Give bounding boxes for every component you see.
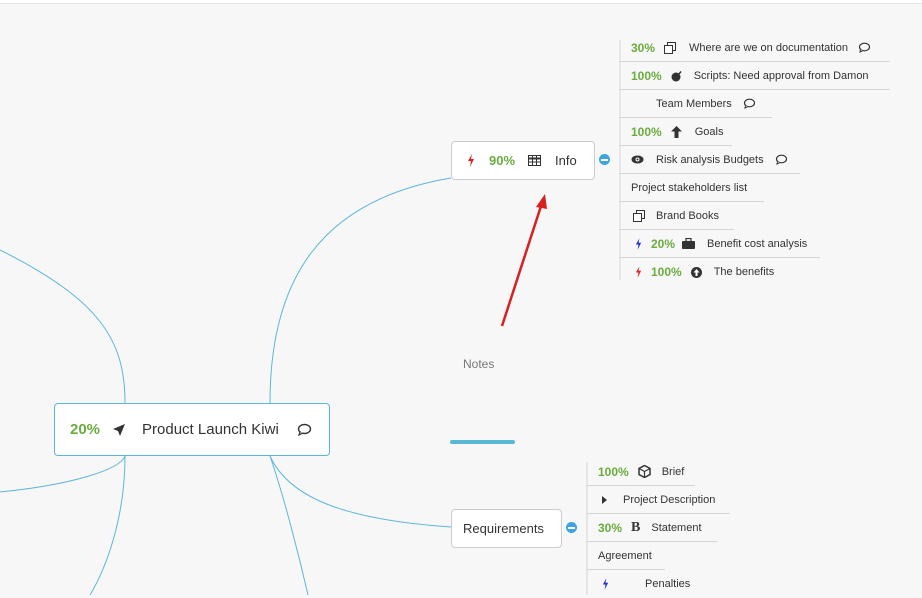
connector-left-upper [0, 249, 126, 404]
list-item[interactable]: Brand Books [620, 202, 734, 230]
table-icon [528, 155, 542, 166]
list-item[interactable]: Project stakeholders list [620, 174, 764, 202]
list-item[interactable]: Project Description [587, 486, 730, 514]
list-item[interactable]: 30% B Statement [587, 514, 717, 542]
connector-bottom-right [269, 455, 309, 595]
list-item[interactable]: 100% Scripts: Need approval from Damon [620, 62, 890, 90]
list-item[interactable]: 100% Goals [620, 118, 732, 146]
central-node[interactable]: 20% Product Launch Kiwi [54, 403, 330, 456]
list-item[interactable]: 100% Brief [587, 458, 695, 486]
item-label: Project Description [623, 493, 716, 506]
list-item[interactable]: Penalties [587, 570, 707, 598]
item-label: Benefit cost analysis [707, 237, 808, 250]
item-label: The benefits [713, 266, 775, 278]
item-label: Goals [694, 125, 724, 138]
list-item[interactable]: Agreement [587, 542, 665, 570]
item-label: Statement [651, 521, 702, 534]
list-item[interactable]: 100% The benefits [620, 258, 790, 286]
comment-icon[interactable] [858, 42, 871, 53]
info-node[interactable]: 90% Info [451, 141, 595, 180]
bolt-icon [467, 154, 475, 167]
notes-divider-bar [450, 440, 515, 444]
arrow-up-icon [670, 125, 682, 138]
progress-percent: 30% [598, 520, 623, 535]
cube-icon [637, 465, 651, 478]
eye-icon [631, 155, 644, 164]
item-label: Scripts: Need approval from Damon [693, 69, 869, 82]
list-item[interactable]: 20% Benefit cost analysis [620, 230, 820, 258]
caret-right-icon[interactable] [602, 495, 607, 504]
requirements-node[interactable]: Requirements [451, 509, 562, 548]
item-label: Risk analysis Budgets [656, 153, 764, 166]
copy-icon [633, 209, 645, 222]
item-label: Brand Books [656, 209, 719, 222]
item-label: Where are we on documentation [689, 41, 849, 54]
progress-percent: 100% [631, 68, 662, 83]
comment-icon[interactable] [743, 98, 756, 109]
connector-to-requirements [269, 455, 452, 528]
briefcase-icon [682, 238, 696, 249]
comment-icon[interactable] [297, 423, 312, 436]
node-title: Product Launch Kiwi [142, 421, 279, 438]
bolt-icon [602, 578, 609, 590]
bolt-icon [635, 237, 642, 250]
copy-icon [664, 41, 677, 54]
item-label: Penalties [645, 578, 691, 590]
list-item[interactable]: 30% Where are we on documentation [620, 34, 890, 62]
item-label: Team Members [656, 97, 732, 110]
bolt-icon [635, 266, 642, 278]
annotation-arrow [500, 194, 547, 327]
comment-icon[interactable] [775, 154, 788, 165]
progress-percent: 30% [631, 40, 656, 55]
connector-to-info [269, 177, 452, 404]
connector-left-bottom [89, 455, 126, 595]
progress-percent: 20% [70, 421, 101, 438]
item-label: Project stakeholders list [631, 181, 748, 194]
node-title: Info [555, 153, 577, 168]
progress-percent: 100% [651, 265, 682, 279]
bold-icon: B [631, 519, 641, 535]
progress-percent: 90% [489, 153, 516, 168]
collapse-info-button[interactable] [599, 154, 610, 165]
item-label: Brief [661, 465, 685, 478]
connector-left-lower [0, 455, 126, 493]
item-label: Agreement [598, 549, 652, 562]
progress-percent: 100% [598, 464, 629, 479]
bomb-icon [671, 70, 683, 82]
node-title: Requirements [463, 521, 544, 536]
notes-label[interactable]: Notes [463, 357, 494, 371]
progress-percent: 100% [631, 124, 662, 139]
location-arrow-icon [112, 423, 126, 437]
progress-percent: 20% [651, 236, 676, 251]
list-item[interactable]: Team Members [620, 90, 772, 118]
arrow-circle-up-icon [690, 266, 702, 278]
list-item[interactable]: Risk analysis Budgets [620, 146, 800, 174]
collapse-requirements-button[interactable] [566, 522, 577, 533]
